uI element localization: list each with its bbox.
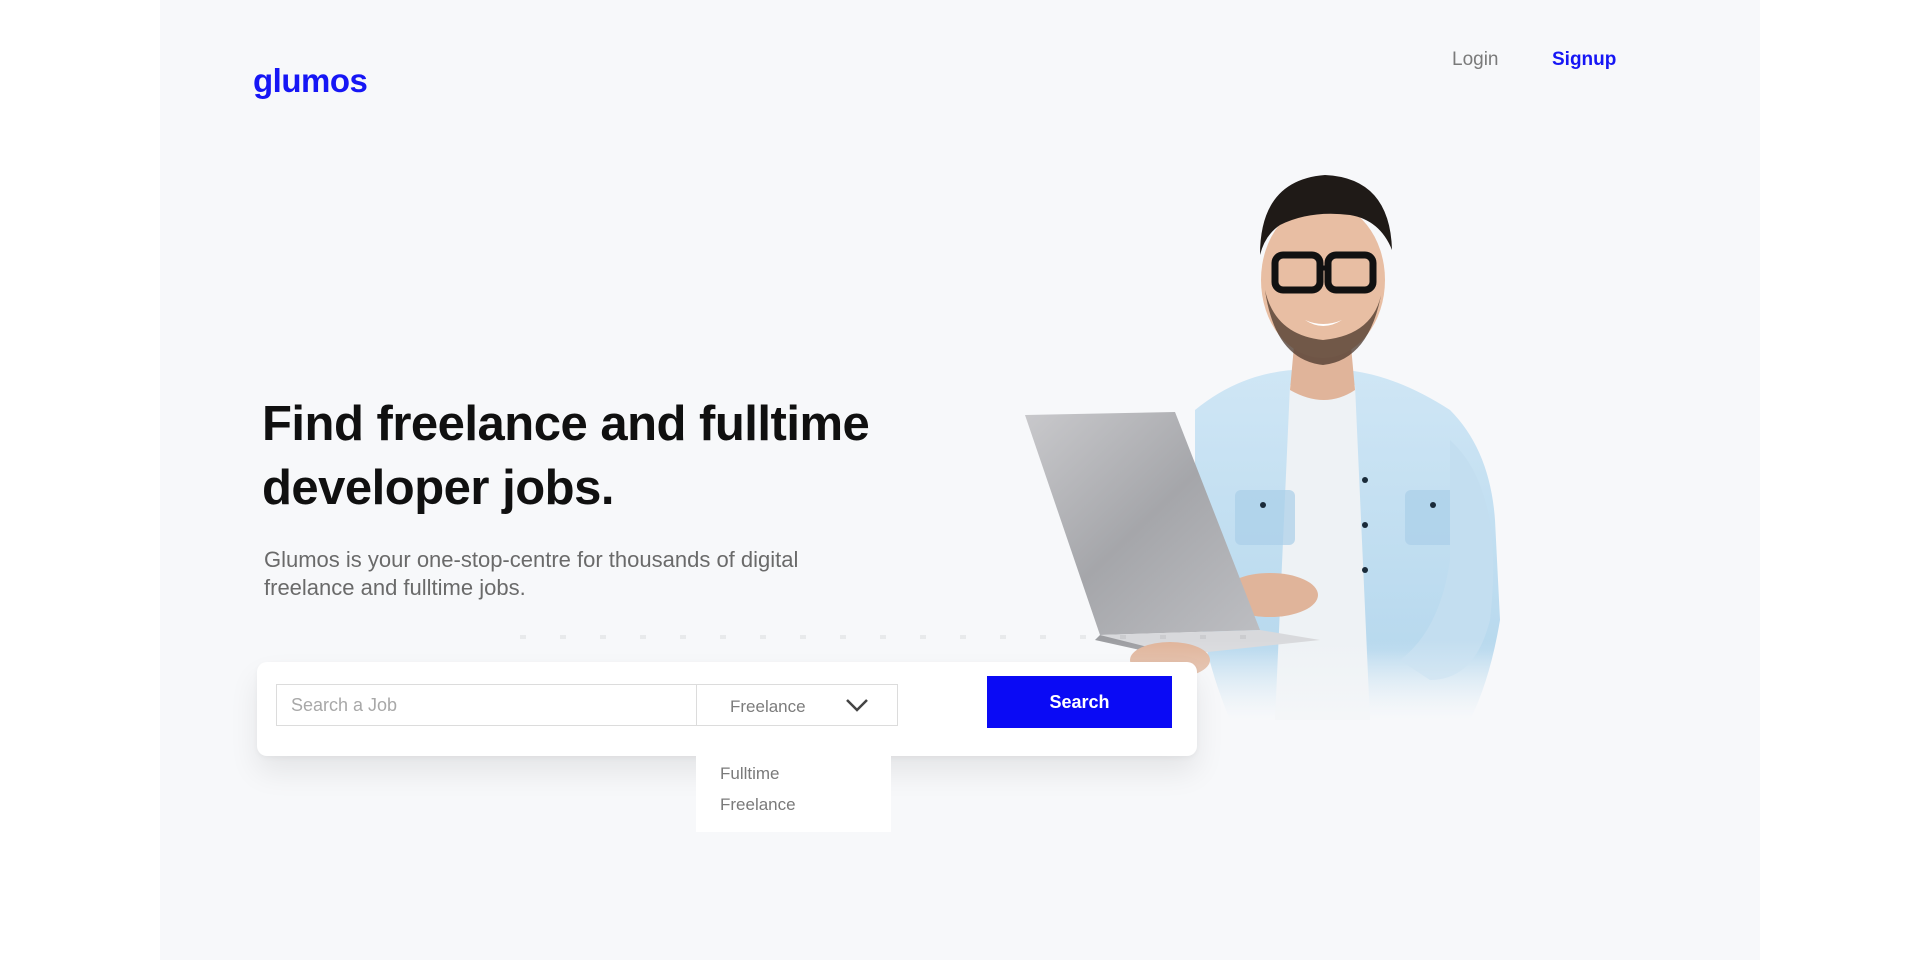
search-card: Freelance Search xyxy=(257,662,1197,756)
dropdown-option-freelance[interactable]: Freelance xyxy=(696,789,891,820)
description-line-2: freelance and fulltime jobs. xyxy=(264,575,526,600)
job-type-selected-value: Freelance xyxy=(730,697,806,716)
job-type-select[interactable]: Freelance xyxy=(696,684,898,726)
decorative-divider xyxy=(520,635,1270,639)
job-search-input[interactable] xyxy=(276,684,696,726)
job-type-dropdown: Fulltime Freelance xyxy=(696,750,891,832)
headline-line-1: Find freelance and fulltime xyxy=(262,397,870,451)
logo[interactable]: glumos xyxy=(253,62,368,100)
signup-link[interactable]: Signup xyxy=(1552,49,1616,71)
dropdown-option-fulltime[interactable]: Fulltime xyxy=(696,758,891,789)
chevron-down-icon xyxy=(846,699,868,712)
headline-line-2: developer jobs. xyxy=(262,461,614,515)
search-button[interactable]: Search xyxy=(987,676,1172,728)
login-link[interactable]: Login xyxy=(1452,49,1499,71)
landing-page: glumos Login Signup Find freelance and f… xyxy=(160,0,1760,960)
description-line-1: Glumos is your one-stop-centre for thous… xyxy=(264,547,799,572)
page-headline: Find freelance and fulltime developer jo… xyxy=(262,392,962,520)
hero-description: Glumos is your one-stop-centre for thous… xyxy=(264,546,904,602)
